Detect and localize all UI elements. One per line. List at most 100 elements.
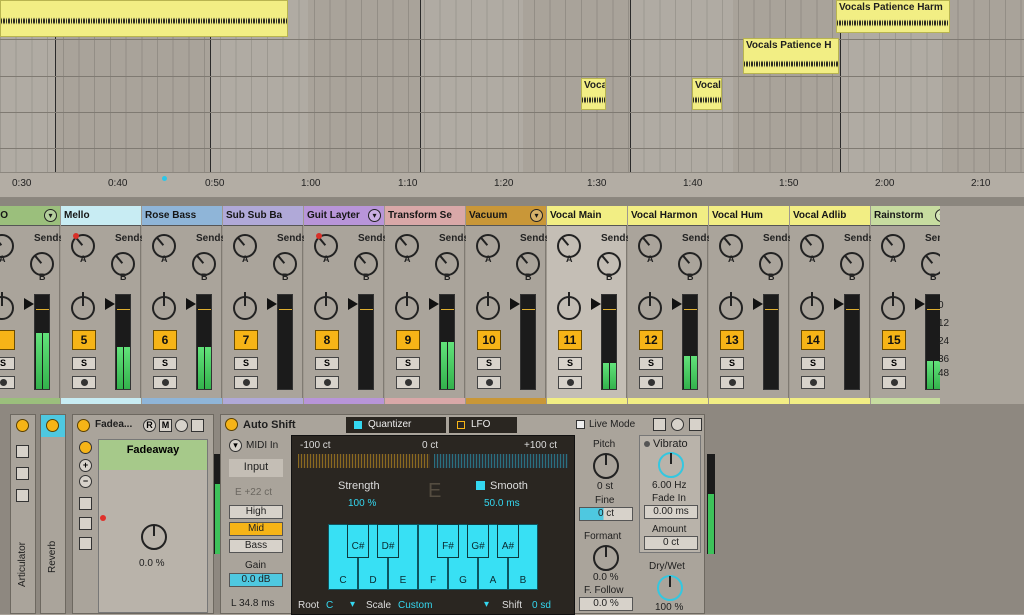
mixer-strip[interactable]: Mello Sends A B 5 S xyxy=(61,206,145,404)
arm-button[interactable] xyxy=(315,376,339,389)
track-name[interactable]: Guit Layter ▾ xyxy=(304,206,384,226)
audio-clip[interactable] xyxy=(0,0,288,37)
arm-button[interactable] xyxy=(72,376,96,389)
drywet-knob[interactable] xyxy=(657,575,683,601)
mixer-strip[interactable]: Vocal Hum Sends A B 13 S xyxy=(709,206,793,404)
power-toggle[interactable] xyxy=(46,419,59,432)
mid-button[interactable]: Mid xyxy=(229,522,283,536)
macro-icon[interactable] xyxy=(16,489,29,502)
track-name[interactable]: Rose Bass xyxy=(142,206,222,226)
autoshift-device[interactable]: Auto Shift Quantizer LFO Live Mode ▾ MID… xyxy=(220,414,705,615)
arm-button[interactable] xyxy=(396,376,420,389)
track-activator[interactable]: 11 xyxy=(558,330,582,350)
chevron-down-icon[interactable]: ▾ xyxy=(368,209,381,222)
track-name[interactable]: Sub Sub Ba xyxy=(223,206,303,226)
volume-arrow[interactable] xyxy=(348,298,358,310)
arrangement-view[interactable]: Vocals Patience Harm Vocals Patience H V… xyxy=(0,0,1024,172)
pan-knob[interactable] xyxy=(557,292,581,320)
volume-arrow[interactable] xyxy=(510,298,520,310)
arm-button[interactable] xyxy=(720,376,744,389)
track-name[interactable]: Rainstorm▾ xyxy=(871,206,951,226)
r-button[interactable]: R xyxy=(143,419,156,432)
volume-arrow[interactable] xyxy=(186,298,196,310)
solo-button[interactable]: S xyxy=(477,357,501,370)
chevron-down-icon[interactable]: ▾ xyxy=(229,439,242,452)
tab-quantizer[interactable]: Quantizer xyxy=(346,417,446,433)
track-name[interactable]: Vacuum ▾ xyxy=(466,206,546,226)
black-key[interactable]: F# xyxy=(437,524,459,558)
fadein-field[interactable]: 0.00 ms xyxy=(644,505,698,519)
mixer-strip[interactable]: Vacuum ▾ Sends A B 10 S xyxy=(466,206,550,404)
mixer-divider[interactable] xyxy=(0,198,1024,206)
track-activator[interactable]: 8 xyxy=(315,330,339,350)
track-name[interactable]: Vocal Adlib xyxy=(790,206,870,226)
scale-value[interactable]: Custom xyxy=(398,600,432,611)
solo-button[interactable]: S xyxy=(234,357,258,370)
macro-icon[interactable] xyxy=(79,537,92,550)
mixer-strip[interactable]: Transform Se Sends A B 9 S xyxy=(385,206,469,404)
fadeaway-device[interactable]: Fadea... R M + − Fadeaway 0.0 % xyxy=(72,414,214,614)
pan-knob[interactable] xyxy=(152,292,176,320)
chevron-down-icon[interactable]: ▾ xyxy=(350,599,355,610)
save-icon[interactable] xyxy=(689,418,702,431)
track-activator[interactable]: 13 xyxy=(720,330,744,350)
track-activator[interactable]: 5 xyxy=(72,330,96,350)
chevron-down-icon[interactable]: ▾ xyxy=(530,209,543,222)
track-activator[interactable]: 15 xyxy=(882,330,906,350)
arm-button[interactable] xyxy=(477,376,501,389)
solo-button[interactable]: S xyxy=(396,357,420,370)
track-activator[interactable]: 6 xyxy=(153,330,177,350)
volume-arrow[interactable] xyxy=(672,298,682,310)
arm-button[interactable] xyxy=(882,376,906,389)
track-name[interactable]: Mello xyxy=(61,206,141,226)
strength-value[interactable]: 100 % xyxy=(348,498,376,509)
chain-icon[interactable] xyxy=(79,441,92,454)
chevron-down-icon[interactable]: ▾ xyxy=(44,209,57,222)
rack-reverb[interactable]: Reverb xyxy=(40,414,66,614)
fine-field[interactable]: 0 ct xyxy=(579,507,633,521)
smooth-toggle[interactable] xyxy=(476,481,485,490)
macro-icon[interactable] xyxy=(16,445,29,458)
amount-field[interactable]: 0 ct xyxy=(644,536,698,550)
solo-button[interactable]: S xyxy=(72,357,96,370)
solo-button[interactable]: S xyxy=(801,357,825,370)
pitch-knob[interactable] xyxy=(593,453,619,479)
black-key[interactable]: A# xyxy=(497,524,519,558)
volume-arrow[interactable] xyxy=(591,298,601,310)
arm-button[interactable] xyxy=(801,376,825,389)
m-button[interactable]: M xyxy=(159,419,172,432)
hotswap-icon[interactable] xyxy=(671,418,684,431)
mixer-strip[interactable]: Vocal Harmon Sends A B 12 S xyxy=(628,206,712,404)
track-name[interactable]: Vocal Harmon xyxy=(628,206,708,226)
track-activator[interactable] xyxy=(0,330,15,350)
track-activator[interactable]: 9 xyxy=(396,330,420,350)
mixer-strip[interactable]: Rose Bass Sends A B 6 S xyxy=(142,206,226,404)
pan-knob[interactable] xyxy=(314,292,338,320)
audio-clip[interactable]: Vocals Patience Harm xyxy=(836,0,950,33)
audio-clip[interactable]: Vocals Patience H xyxy=(743,38,839,74)
mixer-strip[interactable]: eat O ▾ Sends A B S xyxy=(0,206,64,404)
pan-knob[interactable] xyxy=(881,292,905,320)
solo-button[interactable]: S xyxy=(153,357,177,370)
volume-arrow[interactable] xyxy=(429,298,439,310)
pan-knob[interactable] xyxy=(638,292,662,320)
audio-clip[interactable]: Voca xyxy=(581,78,606,110)
bass-button[interactable]: Bass xyxy=(229,539,283,553)
mixer-strip[interactable]: Vocal Main Sends A B 11 S xyxy=(547,206,631,404)
volume-arrow[interactable] xyxy=(753,298,763,310)
track-name[interactable]: eat O ▾ xyxy=(0,206,60,226)
solo-button[interactable]: S xyxy=(0,357,15,370)
solo-button[interactable]: S xyxy=(720,357,744,370)
pan-knob[interactable] xyxy=(719,292,743,320)
black-key[interactable]: G# xyxy=(467,524,489,558)
shift-value[interactable]: 0 sd xyxy=(532,600,551,611)
power-toggle[interactable] xyxy=(16,419,29,432)
power-toggle[interactable] xyxy=(77,419,90,432)
formant-knob[interactable] xyxy=(593,545,619,571)
audio-clip[interactable]: Vocal xyxy=(692,78,722,110)
mixer-strip[interactable]: Sub Sub Ba Sends A B 7 S xyxy=(223,206,307,404)
arm-button[interactable] xyxy=(0,376,15,389)
track-activator[interactable]: 10 xyxy=(477,330,501,350)
ffollow-field[interactable]: 0.0 % xyxy=(579,597,633,611)
live-mode-checkbox[interactable] xyxy=(576,420,585,429)
